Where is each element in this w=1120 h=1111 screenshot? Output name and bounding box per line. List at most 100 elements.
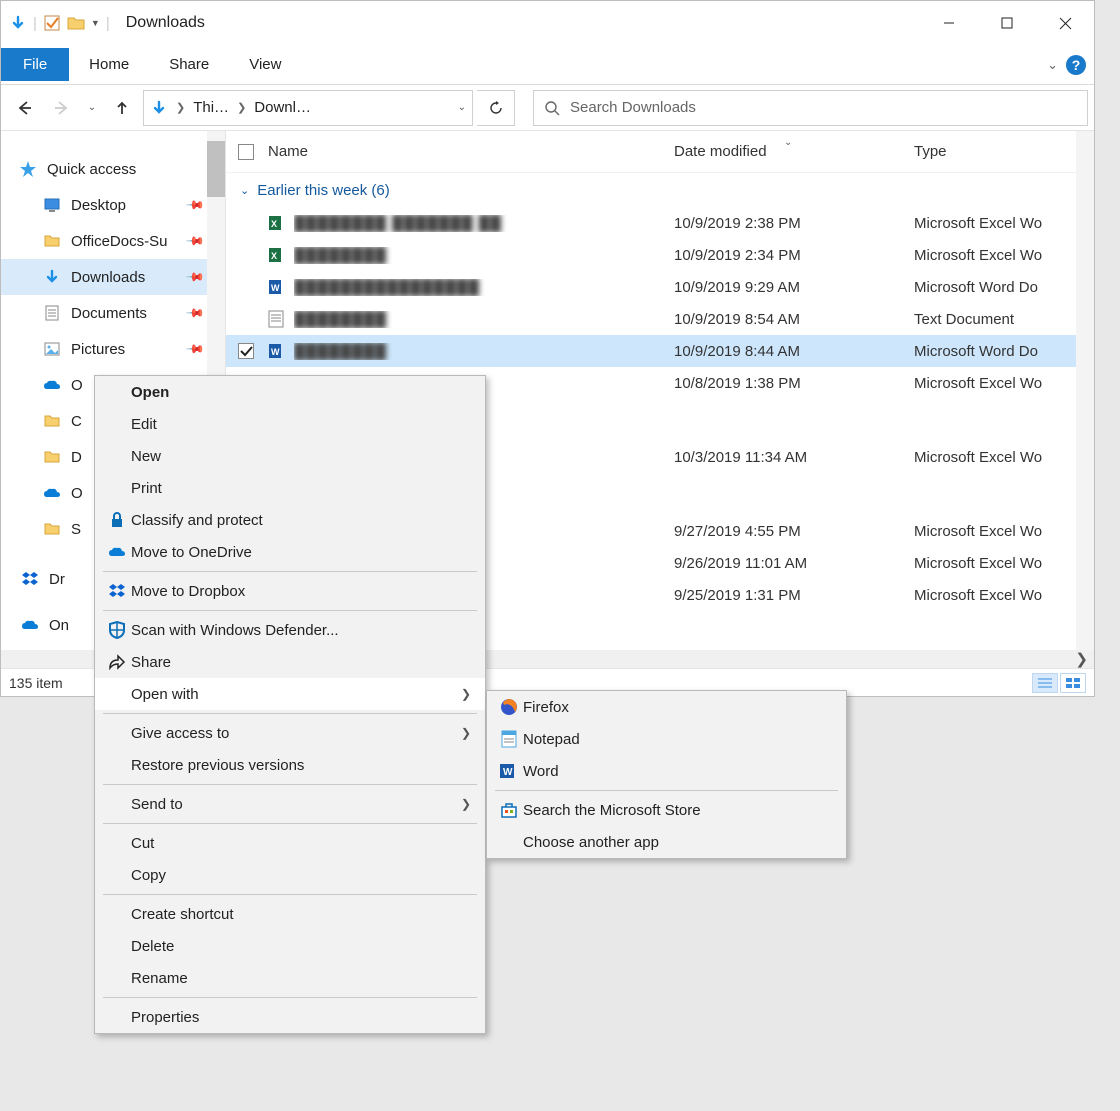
- submenu-store[interactable]: Search the Microsoft Store: [487, 794, 846, 826]
- menu-move-dropbox[interactable]: Move to Dropbox: [95, 575, 485, 607]
- chevron-right-icon: ❯: [461, 726, 471, 740]
- select-all-checkbox[interactable]: [238, 131, 268, 173]
- file-type: Microsoft Excel Wo: [914, 375, 1094, 392]
- search-icon: [544, 100, 560, 116]
- maximize-button[interactable]: [978, 1, 1036, 45]
- file-name: ████████: [294, 247, 387, 264]
- search-placeholder: Search Downloads: [570, 99, 696, 116]
- folder-icon[interactable]: [67, 14, 85, 32]
- tab-view[interactable]: View: [229, 48, 301, 81]
- chevron-right-icon[interactable]: ❯: [233, 101, 250, 114]
- recent-dropdown[interactable]: ⌄: [83, 91, 101, 125]
- chevron-right-icon: ❯: [461, 797, 471, 811]
- down-arrow-icon[interactable]: [9, 14, 27, 32]
- tab-share[interactable]: Share: [149, 48, 229, 81]
- file-type: Microsoft Excel Wo: [914, 587, 1094, 604]
- sidebar-item-desktop[interactable]: Desktop 📌: [1, 187, 225, 223]
- chevron-right-icon: ❯: [461, 687, 471, 701]
- menu-send-to[interactable]: Send to❯: [95, 788, 485, 820]
- sidebar-item-folder[interactable]: OfficeDocs-Su📌: [1, 223, 225, 259]
- file-row[interactable]: W████████████████10/9/2019 9:29 AMMicros…: [226, 271, 1094, 303]
- file-type: Microsoft Excel Wo: [914, 449, 1094, 466]
- menu-cut[interactable]: Cut: [95, 827, 485, 859]
- file-icon: [268, 310, 294, 328]
- group-header[interactable]: ⌄Earlier this week (6): [226, 173, 1094, 207]
- menu-properties[interactable]: Properties: [95, 1001, 485, 1033]
- sidebar-label: Dr: [49, 571, 65, 588]
- menu-open[interactable]: Open: [95, 376, 485, 408]
- details-view-button[interactable]: [1032, 673, 1058, 693]
- menu-delete[interactable]: Delete: [95, 930, 485, 962]
- menu-share[interactable]: Share: [95, 646, 485, 678]
- sidebar-item-pictures[interactable]: Pictures📌: [1, 331, 225, 367]
- search-box[interactable]: Search Downloads: [533, 90, 1088, 126]
- submenu-choose-app[interactable]: Choose another app: [487, 826, 846, 858]
- breadcrumb-item[interactable]: Downl…: [254, 99, 311, 116]
- caret-icon[interactable]: ▼: [91, 18, 100, 28]
- submenu-notepad[interactable]: Notepad: [487, 723, 846, 755]
- file-name: ████████: [294, 343, 387, 360]
- back-button[interactable]: [7, 91, 41, 125]
- sidebar-label: D: [71, 449, 82, 466]
- notepad-icon: [495, 729, 523, 749]
- menu-copy[interactable]: Copy: [95, 859, 485, 891]
- menu-new[interactable]: New: [95, 440, 485, 472]
- sidebar-label: Desktop: [71, 197, 126, 214]
- refresh-button[interactable]: [477, 90, 515, 126]
- chevron-right-icon[interactable]: ❯: [172, 101, 189, 114]
- pin-icon: 📌: [185, 339, 205, 359]
- titlebar: | ▼ | Downloads: [1, 1, 1094, 45]
- menu-create-shortcut[interactable]: Create shortcut: [95, 898, 485, 930]
- pin-icon: 📌: [185, 195, 205, 215]
- minimize-button[interactable]: [920, 1, 978, 45]
- address-dropdown-icon[interactable]: ⌄: [458, 102, 466, 113]
- lock-icon: [103, 511, 131, 529]
- up-button[interactable]: [105, 91, 139, 125]
- submenu-word[interactable]: WWord: [487, 755, 846, 787]
- check-icon[interactable]: [43, 14, 61, 32]
- address-bar[interactable]: ❯ Thi… ❯ Downl… ⌄: [143, 90, 473, 126]
- menu-print[interactable]: Print: [95, 472, 485, 504]
- menu-move-onedrive[interactable]: Move to OneDrive: [95, 536, 485, 568]
- file-name: ████████: [294, 311, 387, 328]
- column-type[interactable]: Type: [914, 143, 1094, 160]
- dropbox-icon: [103, 583, 131, 599]
- tab-home[interactable]: Home: [69, 48, 149, 81]
- close-button[interactable]: [1036, 1, 1094, 45]
- icons-view-button[interactable]: [1060, 673, 1086, 693]
- sidebar-item-documents[interactable]: Documents📌: [1, 295, 225, 331]
- help-button[interactable]: ?: [1066, 55, 1086, 75]
- file-row[interactable]: W████████10/9/2019 8:44 AMMicrosoft Word…: [226, 335, 1094, 367]
- svg-text:W: W: [271, 347, 280, 357]
- tab-file[interactable]: File: [1, 48, 69, 81]
- menu-restore-versions[interactable]: Restore previous versions: [95, 749, 485, 781]
- file-row[interactable]: ████████10/9/2019 8:54 AMText Document: [226, 303, 1094, 335]
- file-type: Microsoft Excel Wo: [914, 555, 1094, 572]
- menu-rename[interactable]: Rename: [95, 962, 485, 994]
- folder-icon: [43, 448, 61, 466]
- scrollbar[interactable]: [1076, 131, 1094, 668]
- file-row[interactable]: X████████10/9/2019 2:34 PMMicrosoft Exce…: [226, 239, 1094, 271]
- menu-edit[interactable]: Edit: [95, 408, 485, 440]
- file-icon: W: [268, 278, 294, 296]
- sidebar-quick-access[interactable]: Quick access: [1, 151, 225, 187]
- submenu-firefox[interactable]: Firefox: [487, 691, 846, 723]
- file-row[interactable]: X████████ ███████ ██10/9/2019 2:38 PMMic…: [226, 207, 1094, 239]
- breadcrumb-item[interactable]: Thi…: [193, 99, 229, 116]
- menu-give-access[interactable]: Give access to❯: [95, 717, 485, 749]
- column-name[interactable]: Name: [268, 143, 674, 160]
- separator: |: [33, 15, 37, 32]
- sidebar-item-downloads[interactable]: Downloads📌: [1, 259, 225, 295]
- menu-scan-defender[interactable]: Scan with Windows Defender...: [95, 614, 485, 646]
- checkbox[interactable]: [238, 343, 254, 359]
- dropbox-icon: [21, 570, 39, 588]
- menu-open-with[interactable]: Open with❯: [95, 678, 485, 710]
- store-icon: [495, 801, 523, 819]
- down-arrow-icon: [43, 268, 61, 286]
- forward-button[interactable]: [45, 91, 79, 125]
- column-date[interactable]: ⌄Date modified: [674, 143, 914, 160]
- ribbon-expand-icon[interactable]: ⌄: [1047, 57, 1058, 73]
- sidebar-label: S: [71, 521, 81, 538]
- open-with-submenu: Firefox Notepad WWord Search the Microso…: [486, 690, 847, 859]
- menu-classify[interactable]: Classify and protect: [95, 504, 485, 536]
